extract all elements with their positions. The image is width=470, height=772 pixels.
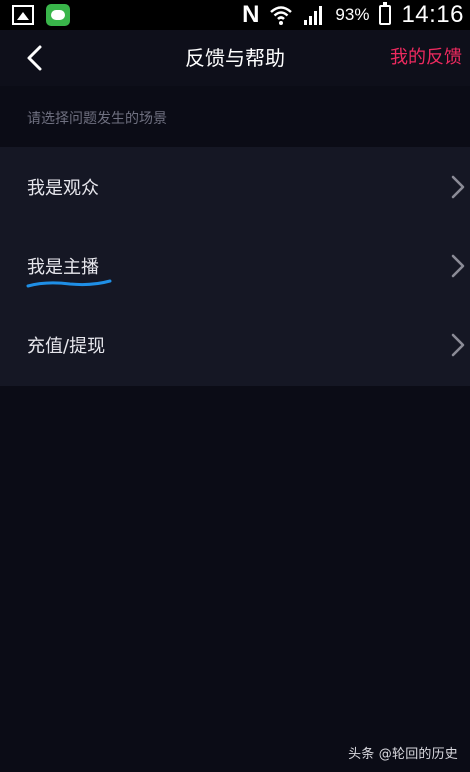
list-item-label: 充值/提现 bbox=[27, 335, 106, 357]
chevron-right-icon bbox=[451, 333, 465, 356]
chevron-right-icon bbox=[451, 254, 465, 277]
list-item-label: 我是主播 bbox=[27, 256, 99, 278]
app-header: 反馈与帮助 我的反馈 bbox=[0, 30, 470, 86]
scene-list: 我是观众 我是主播 充值/提现 bbox=[0, 147, 470, 386]
app-icon bbox=[46, 4, 70, 26]
back-button[interactable] bbox=[18, 42, 50, 74]
handdrawn-underline-mark bbox=[26, 279, 112, 288]
status-indicators: N 93% 14:16 bbox=[242, 1, 464, 28]
nfc-icon: N bbox=[242, 1, 260, 28]
notification-icons bbox=[12, 4, 70, 26]
section-label: 请选择问题发生的场景 bbox=[27, 111, 167, 127]
scene-item-viewer[interactable]: 我是观众 bbox=[0, 147, 470, 226]
battery-icon bbox=[379, 2, 392, 25]
wifi-icon bbox=[270, 6, 293, 25]
scene-item-streamer[interactable]: 我是主播 bbox=[0, 226, 470, 305]
image-icon bbox=[12, 5, 34, 25]
scene-item-recharge-withdraw[interactable]: 充值/提现 bbox=[0, 305, 470, 384]
status-bar: N 93% 14:16 bbox=[0, 0, 470, 30]
list-item-label: 我是观众 bbox=[27, 177, 99, 199]
battery-percent: 93% bbox=[335, 5, 370, 24]
clock: 14:16 bbox=[401, 1, 464, 28]
chevron-left-icon bbox=[27, 45, 42, 71]
watermark-text: 头条 @轮回的历史 bbox=[348, 747, 458, 762]
my-feedback-link[interactable]: 我的反馈 bbox=[390, 30, 462, 86]
chevron-right-icon bbox=[451, 175, 465, 198]
signal-icon bbox=[304, 6, 323, 25]
